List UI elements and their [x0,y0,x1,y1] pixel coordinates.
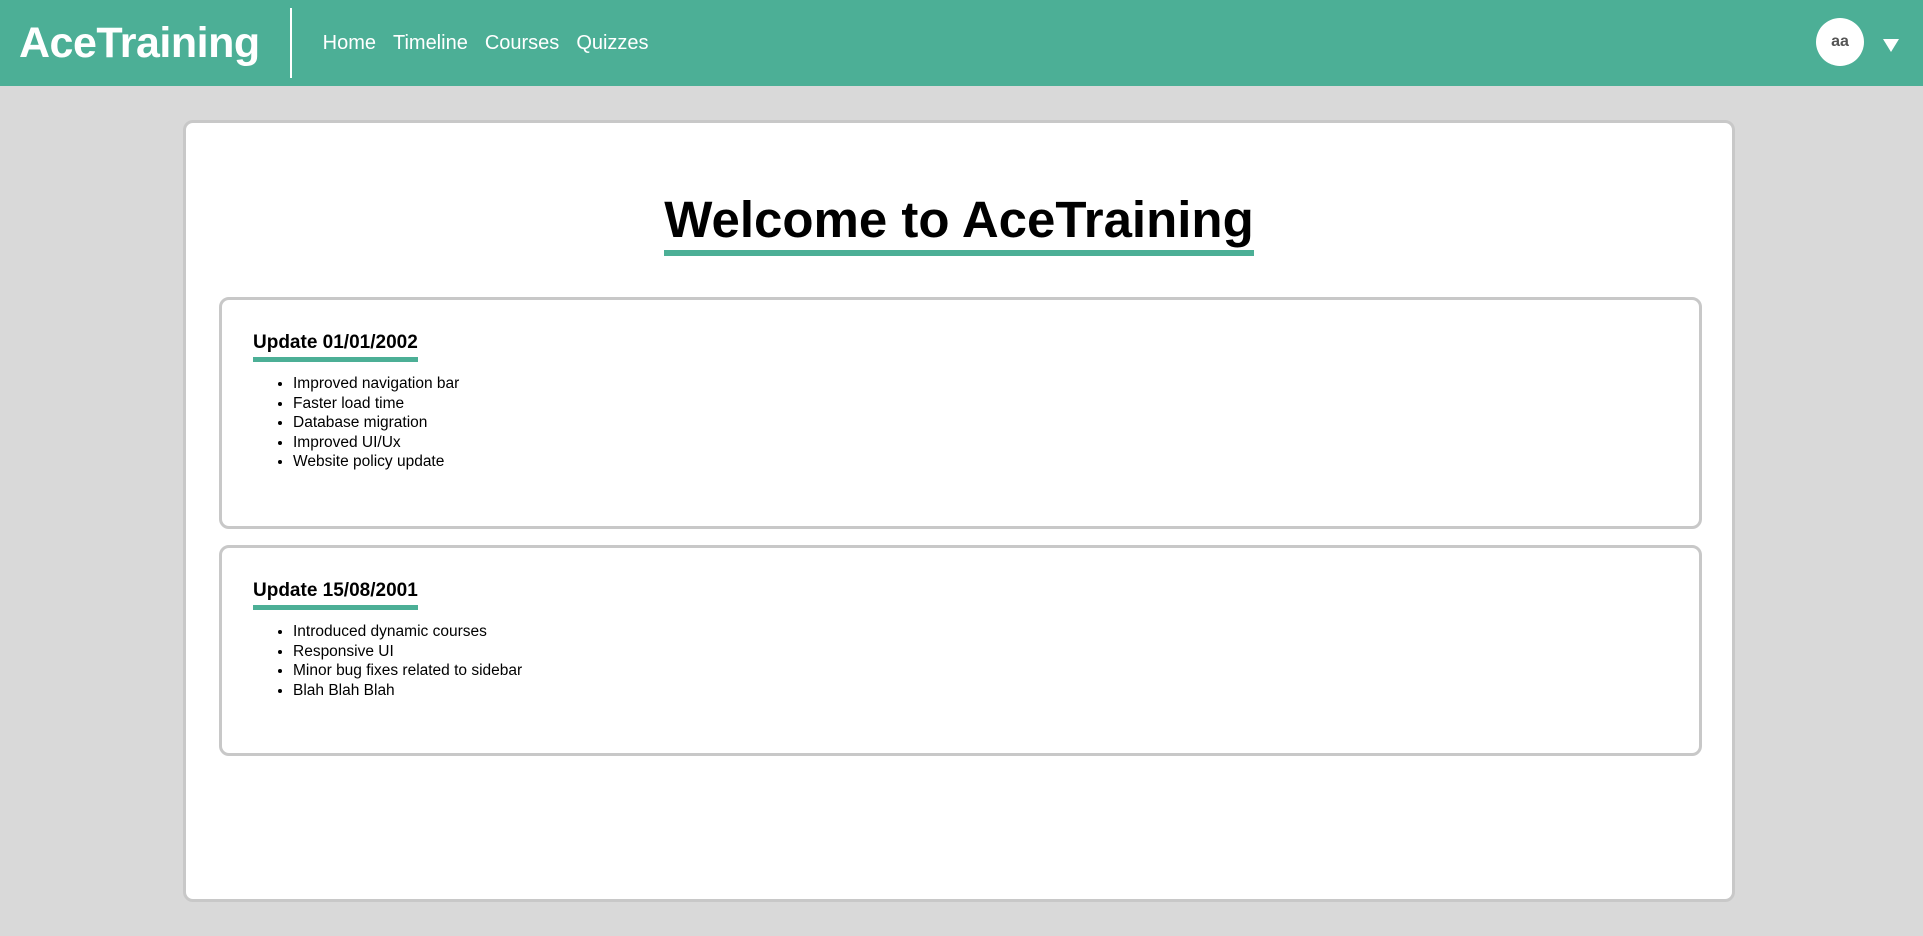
update-list: Introduced dynamic courses Responsive UI… [253,622,1668,700]
list-item: Introduced dynamic courses [293,622,1668,642]
caret-down-icon[interactable] [1883,38,1899,52]
list-item: Improved navigation bar [293,374,1668,394]
list-item: Minor bug fixes related to sidebar [293,661,1668,681]
nav-link-timeline[interactable]: Timeline [393,32,468,55]
list-item: Database migration [293,413,1668,433]
nav-links: Home Timeline Courses Quizzes [323,32,649,55]
update-card: Update 01/01/2002 Improved navigation ba… [219,297,1702,529]
brand-logo[interactable]: AceTraining [19,19,260,68]
avatar[interactable]: aa [1816,18,1864,66]
list-item: Website policy update [293,452,1668,472]
top-navbar: AceTraining Home Timeline Courses Quizze… [0,0,1923,86]
list-item: Responsive UI [293,642,1668,662]
page-title-wrap: Welcome to AceTraining [186,158,1732,290]
nav-link-home[interactable]: Home [323,32,376,55]
nav-link-quizzes[interactable]: Quizzes [576,32,648,55]
main-card: Welcome to AceTraining Update 01/01/2002… [183,120,1735,902]
list-item: Improved UI/Ux [293,433,1668,453]
update-card: Update 15/08/2001 Introduced dynamic cou… [219,545,1702,756]
update-title: Update 01/01/2002 [253,332,418,362]
list-item: Blah Blah Blah [293,681,1668,701]
update-list: Improved navigation bar Faster load time… [253,374,1668,472]
update-title: Update 15/08/2001 [253,580,418,610]
list-item: Faster load time [293,394,1668,414]
nav-link-courses[interactable]: Courses [485,32,559,55]
page-title: Welcome to AceTraining [664,192,1254,257]
nav-divider [289,8,292,78]
user-menu[interactable]: aa [1816,18,1899,66]
